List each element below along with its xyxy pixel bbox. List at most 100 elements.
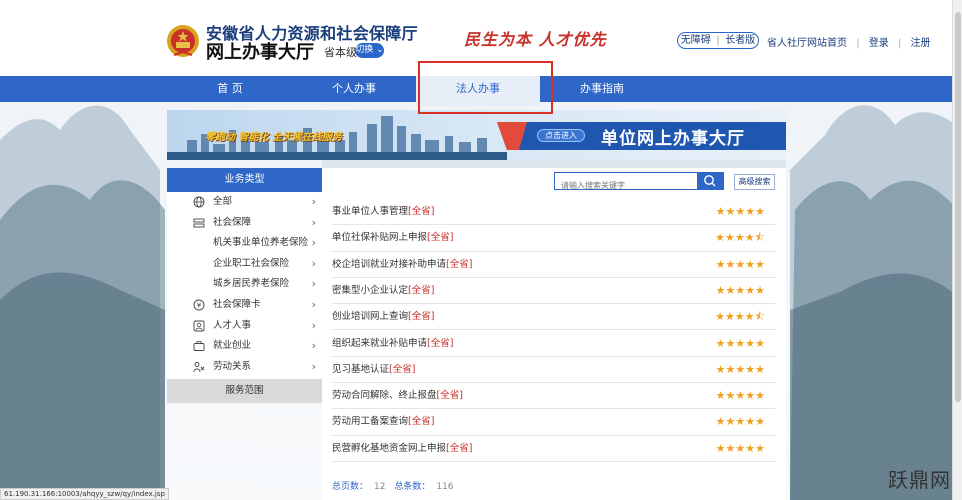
sidebar-item-label: 就业创业 <box>213 340 252 352</box>
accessibility-button[interactable]: 无障碍 <box>681 33 711 48</box>
site-title-hall: 网上办事大厅 <box>206 42 314 63</box>
nav-home[interactable]: 首 页 <box>168 76 292 102</box>
service-name: 组织起来就业补贴申请 <box>332 337 428 349</box>
region-tag: [全省] <box>389 363 416 375</box>
service-link[interactable]: 校企培训就业对接补助申请[全省] <box>332 252 472 278</box>
star-icon: ★ <box>745 441 756 455</box>
top-links: 省人社厅网站首页 | 登录 | 注册 <box>767 34 937 49</box>
star-icon: ★ <box>715 336 726 350</box>
star-icon: ★ <box>725 441 736 455</box>
separator: | <box>716 35 720 46</box>
star-icon: ★ <box>715 389 726 403</box>
service-link[interactable]: 见习基地认证[全省] <box>332 357 415 383</box>
region-tag: [全省] <box>408 206 435 217</box>
pages-count: 12 <box>374 482 386 492</box>
service-link[interactable]: 事业单位人事管理[全省] <box>332 199 434 225</box>
rating-stars: ★★★★★ <box>716 252 765 279</box>
rating-stars: ★★★★★ <box>716 331 765 358</box>
pages-label: 总页数： <box>332 482 369 492</box>
sidebar-item[interactable]: 人才人事 › <box>167 316 322 337</box>
service-link[interactable]: 创业培训网上查询[全省] <box>332 304 434 330</box>
homepage-link[interactable]: 省人社厅网站首页 <box>767 38 847 49</box>
service-link[interactable]: 劳动用工备案查询[全省] <box>332 409 434 435</box>
star-icon: ★ <box>735 257 746 271</box>
promo-banner[interactable]: 零跑动 智能化 全天候在线服务 点击进入 单位网上办事大厅 <box>167 110 786 160</box>
nav-guide[interactable]: 办事指南 <box>540 76 664 102</box>
star-icon: ★ <box>744 310 755 324</box>
total-label: 总条数： <box>394 482 431 492</box>
service-row: 劳动合同解除、终止报盘[全省] ★★★★★ <box>332 383 775 410</box>
star-icon: ★ <box>715 310 725 324</box>
star-icon: ★ <box>724 231 735 245</box>
chevron-down-icon: ⌄ <box>376 45 384 55</box>
star-icon: ★ <box>735 362 746 376</box>
sidebar-item-label: 机关事业单位养老保险 <box>213 237 309 249</box>
register-link[interactable]: 注册 <box>911 38 931 49</box>
service-scope-button[interactable]: 服务范围 <box>167 379 322 403</box>
sidebar-item[interactable]: 全部 › <box>167 192 322 213</box>
sidebar-item[interactable]: 就业创业 › <box>167 336 322 357</box>
region-tag: [全省] <box>436 390 463 402</box>
sidebar-item[interactable]: ¥ 社会保障卡 › <box>167 295 322 316</box>
sidebar-item-label: 社会保障卡 <box>213 298 261 310</box>
region-switch-button[interactable]: 切换 ⌄ <box>355 43 384 58</box>
sidebar-item[interactable]: 城乡居民养老保险 › <box>167 274 322 295</box>
star-icon: ★ <box>745 257 756 271</box>
sidebar-item[interactable]: 企业职工社会保险 › <box>167 254 322 275</box>
service-link[interactable]: 组织起来就业补贴申请[全省] <box>332 331 453 357</box>
national-emblem-icon <box>167 25 199 57</box>
elder-mode-button[interactable]: 长者版 <box>725 33 755 48</box>
service-link[interactable]: 民营孵化基地资金网上申报[全省] <box>332 436 472 462</box>
star-icon: ★ <box>725 336 736 350</box>
rating-stars: ★★★★★ <box>716 409 765 436</box>
sidebar-item[interactable]: 机关事业单位养老保险 › <box>167 233 322 254</box>
rating-stars: ★★★★★ <box>716 436 765 463</box>
search-input[interactable] <box>555 177 700 194</box>
star-icon: ★ <box>745 415 756 429</box>
red-highlight-box <box>418 61 553 114</box>
accessibility-group: 无障碍 | 长者版 <box>677 32 759 49</box>
nav-personal[interactable]: 个人办事 <box>292 76 416 102</box>
star-icon: ★ <box>725 283 736 297</box>
region-level-label: 省本级 <box>324 46 357 59</box>
service-row: 民营孵化基地资金网上申报[全省] ★★★★★ <box>332 436 775 462</box>
scrollbar-thumb[interactable] <box>955 12 961 402</box>
star-icon: ★ <box>725 389 736 403</box>
login-link[interactable]: 登录 <box>869 38 889 49</box>
star-icon: ★ <box>735 283 746 297</box>
star-icon: ★ <box>735 389 746 403</box>
sidebar-item[interactable]: 社会保障 › <box>167 213 322 234</box>
sidebar-item-label: 人才人事 <box>213 319 252 331</box>
star-icon: ★ <box>724 310 735 324</box>
star-icon: ★ <box>755 415 765 429</box>
rating-stars: ★★★★★ <box>716 278 765 305</box>
star-icon: ★ <box>755 389 765 403</box>
service-row: 事业单位人事管理[全省] ★★★★★ <box>332 199 775 226</box>
star-icon: ★ <box>725 415 736 429</box>
region-tag: [全省] <box>427 232 454 244</box>
advanced-search-button[interactable]: 高级搜索 <box>734 174 775 190</box>
search-button[interactable] <box>697 173 723 189</box>
sidebar-item[interactable]: 劳动关系 › <box>167 357 322 378</box>
rating-stars: ★★★★★ <box>716 383 765 410</box>
sidebar-item-label: 城乡居民养老保险 <box>213 278 290 290</box>
service-name: 事业单位人事管理 <box>332 206 409 217</box>
star-icon: ★ <box>755 257 765 271</box>
chevron-right-icon: › <box>311 236 316 250</box>
sidebar-item-label: 全部 <box>213 196 233 207</box>
page-scrollbar[interactable] <box>952 0 962 500</box>
star-icon: ★ <box>755 336 765 350</box>
service-name: 校企培训就业对接补助申请 <box>332 258 447 270</box>
star-icon: ★ <box>715 362 726 376</box>
service-name: 劳动用工备案查询 <box>332 416 409 428</box>
banner-title: 单位网上办事大厅 <box>601 129 745 149</box>
star-icon: ★ <box>755 205 765 218</box>
total-count: 116 <box>436 482 454 492</box>
service-link[interactable]: 密集型小企业认定[全省] <box>332 278 434 304</box>
service-link[interactable]: 单位社保补贴网上申报[全省] <box>332 225 453 251</box>
service-link[interactable]: 劳动合同解除、终止报盘[全省] <box>332 383 463 409</box>
star-icon: ★ <box>715 257 726 271</box>
banner-slogan: 零跑动 智能化 全天候在线服务 <box>205 132 342 143</box>
enter-button[interactable]: 点击进入 <box>537 129 585 142</box>
star-icon: ★ <box>734 231 745 245</box>
